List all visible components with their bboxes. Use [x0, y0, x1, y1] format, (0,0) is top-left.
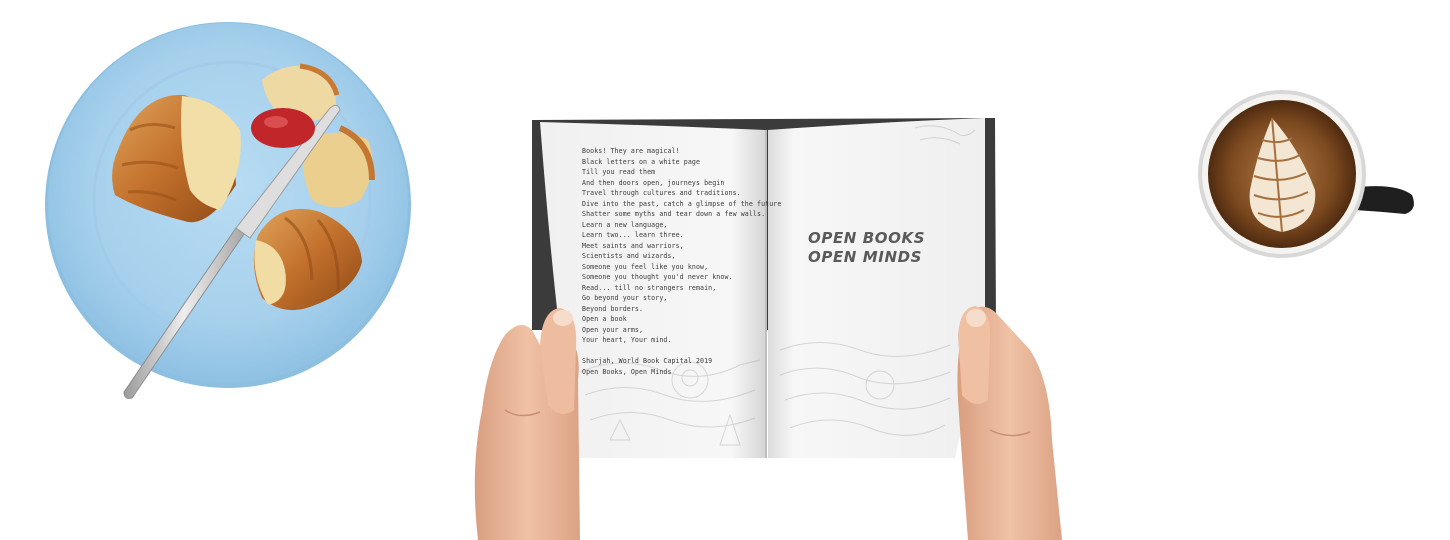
- poem-line: Your heart, Your mind.: [582, 336, 672, 344]
- poem-line: And then doors open, journeys begin: [582, 178, 725, 187]
- headline-line-2: OPEN MINDS: [808, 248, 923, 266]
- right-page: [768, 118, 985, 458]
- poem-line: Open a book: [582, 315, 627, 323]
- poem-line: Learn a new language,: [582, 220, 668, 229]
- poem-line: Books! They are magical!: [582, 147, 680, 155]
- headline-line-1: OPEN BOOKS: [808, 229, 926, 247]
- poem-signature-line: Open Books, Open Minds: [582, 367, 672, 376]
- poem-line: Someone you feel like you know,: [582, 262, 709, 271]
- poem-line: Till you read them: [582, 168, 656, 176]
- poem-text: Books! They are magical! Black letters o…: [582, 146, 782, 377]
- right-thumbnail: [966, 309, 986, 327]
- left-hand: [474, 308, 580, 540]
- right-hand: [957, 306, 1062, 540]
- coffee-cup: [1198, 90, 1414, 258]
- breakfast-plate: [45, 22, 411, 388]
- poem-line: Read... till no strangers remain,: [582, 283, 717, 292]
- poem-line: Black letters on a white page: [582, 157, 701, 166]
- book-headline: OPEN BOOKS OPEN MINDS: [808, 229, 958, 267]
- poem-line: Travel through cultures and traditions.: [582, 189, 741, 197]
- poem-gap: [582, 346, 762, 357]
- poem-line: Meet saints and warriors,: [582, 241, 684, 250]
- poem-line: Open your arms,: [582, 325, 644, 334]
- poem-line: Beyond borders.: [582, 304, 644, 313]
- poem-line: Learn two... learn three.: [582, 231, 684, 239]
- poem-line: Shatter some myths and tear down a few w…: [582, 210, 766, 218]
- breakfast-reading-scene: Books! They are magical! Black letters o…: [0, 0, 1450, 540]
- poem-line: Someone you thought you'd never know.: [582, 273, 733, 281]
- poem-line: Scientists and wizards,: [582, 252, 676, 260]
- jam-dollop: [251, 108, 315, 148]
- poem-line: Go beyond your story,: [582, 294, 668, 302]
- left-thumbnail: [553, 310, 573, 326]
- poem-signature-line: Sharjah, World Book Capital 2019: [582, 357, 713, 365]
- poem-line: Dive into the past, catch a glimpse of t…: [582, 199, 782, 208]
